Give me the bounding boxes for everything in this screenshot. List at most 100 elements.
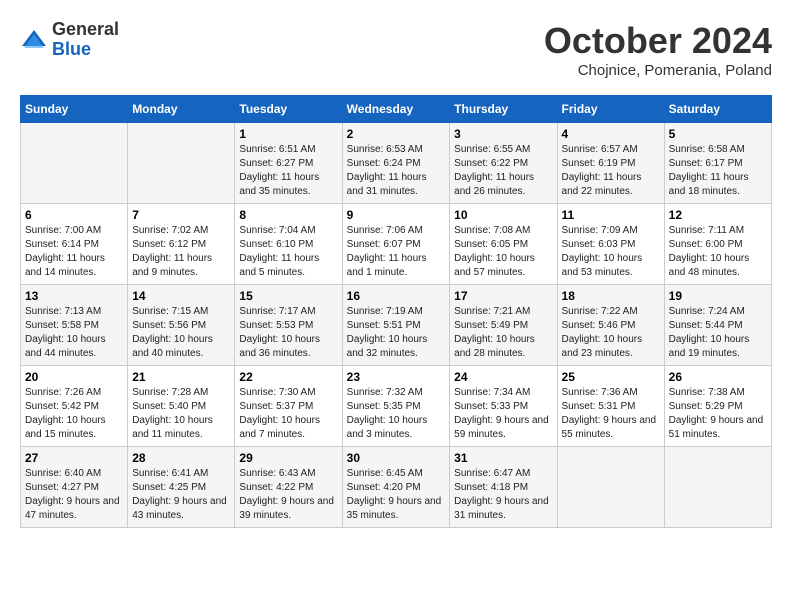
- day-number: 1: [239, 127, 337, 141]
- calendar-week-row: 27 Sunrise: 6:40 AM Sunset: 4:27 PM Dayli…: [21, 447, 772, 528]
- day-number: 13: [25, 289, 123, 303]
- day-number: 22: [239, 370, 337, 384]
- day-number: 17: [454, 289, 552, 303]
- day-info: Sunrise: 6:55 AM Sunset: 6:22 PM Dayligh…: [454, 143, 552, 199]
- calendar-cell: 6 Sunrise: 7:00 AM Sunset: 6:14 PM Daylig…: [21, 204, 128, 285]
- logo-blue: Blue: [52, 40, 119, 60]
- calendar-table: SundayMondayTuesdayWednesdayThursdayFrid…: [20, 95, 772, 528]
- calendar-week-row: 13 Sunrise: 7:13 AM Sunset: 5:58 PM Dayli…: [21, 285, 772, 366]
- day-number: 8: [239, 208, 337, 222]
- calendar-cell: 18Sunrise: 7:22 AM Sunset: 5:46 PM Dayli…: [557, 285, 664, 366]
- calendar-cell: 7 Sunrise: 7:02 AM Sunset: 6:12 PM Daylig…: [128, 204, 235, 285]
- day-info: Sunrise: 7:04 AM Sunset: 6:10 PM Dayligh…: [239, 224, 337, 280]
- calendar-cell: 30Sunrise: 6:45 AM Sunset: 4:20 PM Dayli…: [342, 447, 450, 528]
- calendar-cell: 3 Sunrise: 6:55 AM Sunset: 6:22 PM Daylig…: [450, 123, 557, 204]
- day-info: Sunrise: 7:00 AM Sunset: 6:14 PM Dayligh…: [25, 224, 123, 280]
- day-info: Sunrise: 6:40 AM Sunset: 4:27 PM Dayligh…: [25, 467, 123, 523]
- calendar-cell: 13 Sunrise: 7:13 AM Sunset: 5:58 PM Dayli…: [21, 285, 128, 366]
- calendar-cell: 22 Sunrise: 7:30 AM Sunset: 5:37 PM Dayli…: [235, 366, 342, 447]
- day-info: Sunrise: 7:38 AM Sunset: 5:29 PM Dayligh…: [669, 386, 767, 442]
- day-info: Sunrise: 7:36 AM Sunset: 5:31 PM Dayligh…: [562, 386, 660, 442]
- calendar-week-row: 1 Sunrise: 6:51 AM Sunset: 6:27 PM Daylig…: [21, 123, 772, 204]
- calendar-header-row: SundayMondayTuesdayWednesdayThursdayFrid…: [21, 96, 772, 123]
- calendar-week-row: 6 Sunrise: 7:00 AM Sunset: 6:14 PM Daylig…: [21, 204, 772, 285]
- calendar-cell: [664, 447, 771, 528]
- day-number: 12: [669, 208, 767, 222]
- day-info: Sunrise: 7:21 AM Sunset: 5:49 PM Dayligh…: [454, 305, 552, 361]
- calendar-cell: 17 Sunrise: 7:21 AM Sunset: 5:49 PM Dayli…: [450, 285, 557, 366]
- day-number: 5: [669, 127, 767, 141]
- day-info: Sunrise: 6:41 AM Sunset: 4:25 PM Dayligh…: [132, 467, 230, 523]
- day-of-week-header: Friday: [557, 96, 664, 123]
- calendar-cell: 10 Sunrise: 7:08 AM Sunset: 6:05 PM Dayli…: [450, 204, 557, 285]
- day-number: 24: [454, 370, 552, 384]
- day-info: Sunrise: 7:08 AM Sunset: 6:05 PM Dayligh…: [454, 224, 552, 280]
- calendar-cell: [21, 123, 128, 204]
- day-of-week-header: Tuesday: [235, 96, 342, 123]
- day-number: 23: [347, 370, 446, 384]
- calendar-cell: 16 Sunrise: 7:19 AM Sunset: 5:51 PM Dayli…: [342, 285, 450, 366]
- calendar-cell: 1 Sunrise: 6:51 AM Sunset: 6:27 PM Daylig…: [235, 123, 342, 204]
- page-header: General Blue October 2024 Chojnice, Pome…: [20, 20, 772, 79]
- calendar-cell: 23 Sunrise: 7:32 AM Sunset: 5:35 PM Dayli…: [342, 366, 450, 447]
- calendar-week-row: 20 Sunrise: 7:26 AM Sunset: 5:42 PM Dayli…: [21, 366, 772, 447]
- day-number: 25: [562, 370, 660, 384]
- calendar-cell: [128, 123, 235, 204]
- day-info: Sunrise: 7:06 AM Sunset: 6:07 PM Dayligh…: [347, 224, 446, 280]
- calendar-cell: 29Sunrise: 6:43 AM Sunset: 4:22 PM Dayli…: [235, 447, 342, 528]
- day-info: Sunrise: 6:53 AM Sunset: 6:24 PM Dayligh…: [347, 143, 446, 199]
- day-number: 15: [239, 289, 337, 303]
- logo: General Blue: [20, 20, 119, 60]
- day-info: Sunrise: 7:17 AM Sunset: 5:53 PM Dayligh…: [239, 305, 337, 361]
- calendar-cell: 24Sunrise: 7:34 AM Sunset: 5:33 PM Dayli…: [450, 366, 557, 447]
- day-info: Sunrise: 7:26 AM Sunset: 5:42 PM Dayligh…: [25, 386, 123, 442]
- day-info: Sunrise: 7:32 AM Sunset: 5:35 PM Dayligh…: [347, 386, 446, 442]
- day-info: Sunrise: 7:24 AM Sunset: 5:44 PM Dayligh…: [669, 305, 767, 361]
- calendar-cell: 15 Sunrise: 7:17 AM Sunset: 5:53 PM Dayli…: [235, 285, 342, 366]
- day-info: Sunrise: 7:30 AM Sunset: 5:37 PM Dayligh…: [239, 386, 337, 442]
- calendar-cell: 21 Sunrise: 7:28 AM Sunset: 5:40 PM Dayli…: [128, 366, 235, 447]
- day-number: 2: [347, 127, 446, 141]
- day-number: 11: [562, 208, 660, 222]
- calendar-cell: 2 Sunrise: 6:53 AM Sunset: 6:24 PM Daylig…: [342, 123, 450, 204]
- day-number: 16: [347, 289, 446, 303]
- day-number: 18: [562, 289, 660, 303]
- calendar-cell: 31Sunrise: 6:47 AM Sunset: 4:18 PM Dayli…: [450, 447, 557, 528]
- calendar-cell: 19Sunrise: 7:24 AM Sunset: 5:44 PM Dayli…: [664, 285, 771, 366]
- day-number: 26: [669, 370, 767, 384]
- location-subtitle: Chojnice, Pomerania, Poland: [544, 62, 772, 79]
- day-number: 14: [132, 289, 230, 303]
- day-number: 29: [239, 451, 337, 465]
- day-number: 7: [132, 208, 230, 222]
- calendar-cell: 14 Sunrise: 7:15 AM Sunset: 5:56 PM Dayli…: [128, 285, 235, 366]
- day-info: Sunrise: 6:47 AM Sunset: 4:18 PM Dayligh…: [454, 467, 552, 523]
- title-block: October 2024 Chojnice, Pomerania, Poland: [544, 20, 772, 79]
- day-number: 4: [562, 127, 660, 141]
- day-info: Sunrise: 6:51 AM Sunset: 6:27 PM Dayligh…: [239, 143, 337, 199]
- day-info: Sunrise: 7:15 AM Sunset: 5:56 PM Dayligh…: [132, 305, 230, 361]
- calendar-cell: 11 Sunrise: 7:09 AM Sunset: 6:03 PM Dayli…: [557, 204, 664, 285]
- calendar-cell: 27 Sunrise: 6:40 AM Sunset: 4:27 PM Dayli…: [21, 447, 128, 528]
- day-of-week-header: Sunday: [21, 96, 128, 123]
- day-info: Sunrise: 7:19 AM Sunset: 5:51 PM Dayligh…: [347, 305, 446, 361]
- day-info: Sunrise: 6:58 AM Sunset: 6:17 PM Dayligh…: [669, 143, 767, 199]
- day-info: Sunrise: 7:13 AM Sunset: 5:58 PM Dayligh…: [25, 305, 123, 361]
- calendar-cell: [557, 447, 664, 528]
- day-number: 20: [25, 370, 123, 384]
- day-number: 30: [347, 451, 446, 465]
- day-of-week-header: Wednesday: [342, 96, 450, 123]
- day-info: Sunrise: 7:02 AM Sunset: 6:12 PM Dayligh…: [132, 224, 230, 280]
- day-number: 21: [132, 370, 230, 384]
- calendar-cell: 26 Sunrise: 7:38 AM Sunset: 5:29 PM Dayli…: [664, 366, 771, 447]
- day-number: 3: [454, 127, 552, 141]
- calendar-cell: 12Sunrise: 7:11 AM Sunset: 6:00 PM Dayli…: [664, 204, 771, 285]
- calendar-cell: 5 Sunrise: 6:58 AM Sunset: 6:17 PM Daylig…: [664, 123, 771, 204]
- day-info: Sunrise: 7:28 AM Sunset: 5:40 PM Dayligh…: [132, 386, 230, 442]
- day-of-week-header: Monday: [128, 96, 235, 123]
- day-number: 10: [454, 208, 552, 222]
- calendar-cell: 25 Sunrise: 7:36 AM Sunset: 5:31 PM Dayli…: [557, 366, 664, 447]
- day-number: 6: [25, 208, 123, 222]
- day-number: 27: [25, 451, 123, 465]
- calendar-cell: 9Sunrise: 7:06 AM Sunset: 6:07 PM Daylig…: [342, 204, 450, 285]
- day-info: Sunrise: 7:09 AM Sunset: 6:03 PM Dayligh…: [562, 224, 660, 280]
